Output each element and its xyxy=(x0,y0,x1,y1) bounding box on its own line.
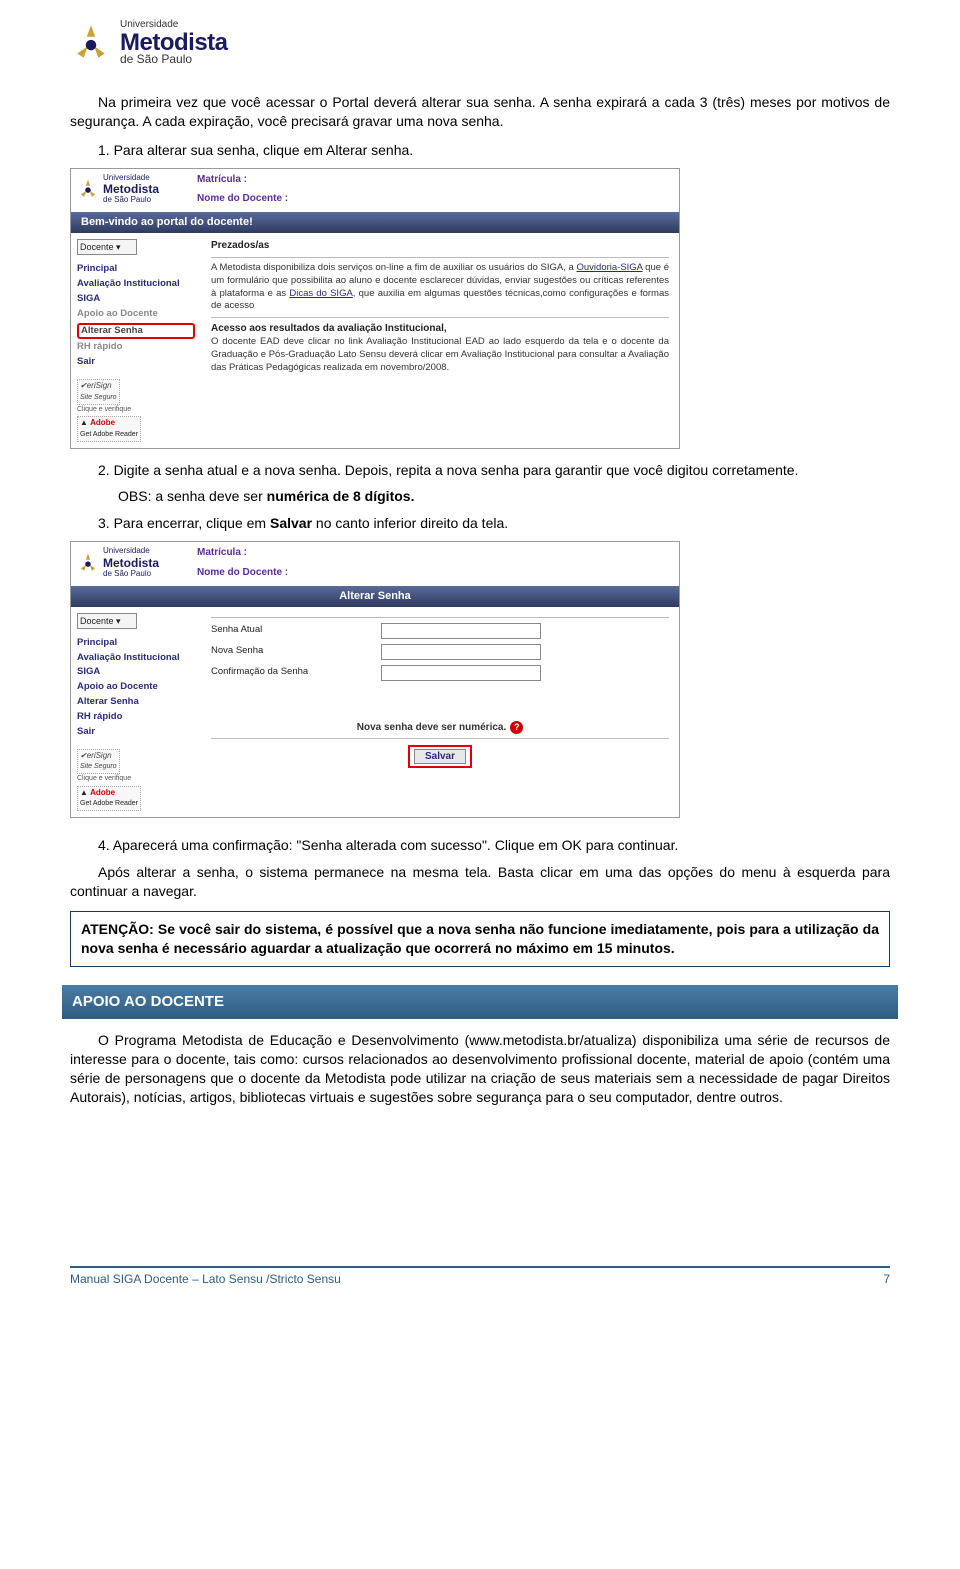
intro-paragraph: Na primeira vez que você acessar o Porta… xyxy=(70,93,890,131)
ss1-logo-text: UniversidadeMetodistade São Paulo xyxy=(103,173,159,207)
adobe-badge: ▲ AdobeGet Adobe Reader xyxy=(77,416,141,442)
ss2-matricula-label: Matrícula : xyxy=(197,547,247,558)
ss1-banner: Bem-vindo ao portal do docente! xyxy=(71,212,679,233)
apoio-paragraph: O Programa Metodista de Educação e Desen… xyxy=(70,1031,890,1107)
ss2-nav-apoio[interactable]: Apoio ao Docente xyxy=(77,681,195,694)
ss2-content: Senha Atual Nova Senha Confirmação da Se… xyxy=(201,607,679,817)
ss1-nav-alterar-senha[interactable]: Alterar Senha xyxy=(77,323,195,340)
ss2-nav-principal[interactable]: Principal xyxy=(77,637,195,650)
verisign-badge: ✔eriSignSite Seguro xyxy=(77,379,120,405)
page-header-logo: Universidade Metodista de São Paulo xyxy=(70,20,890,65)
verisign-clique: Clique e verifique xyxy=(77,405,195,414)
step-2: 2. Digite a senha atual e a nova senha. … xyxy=(118,461,890,480)
ss1-acesso-body: O docente EAD deve clicar no link Avalia… xyxy=(211,336,669,374)
after-paragraph: Após alterar a senha, o sistema permanec… xyxy=(70,863,890,901)
ss1-logo-icon xyxy=(77,178,99,200)
ss2-nav-siga[interactable]: SIGA xyxy=(77,666,195,679)
ss2-lbl-senha-atual: Senha Atual xyxy=(211,624,381,637)
ss2-nome-label: Nome do Docente : xyxy=(197,567,288,578)
ss1-nav-avaliacao[interactable]: Avaliação Institucional xyxy=(77,278,195,291)
ss2-lbl-confirmacao: Confirmação da Senha xyxy=(211,666,381,679)
ss1-link-dicas[interactable]: Dicas do SIGA xyxy=(289,288,352,299)
ss1-acesso-head: Acesso aos resultados da avaliação Insti… xyxy=(211,323,447,334)
ss2-adobe-badge: ▲ AdobeGet Adobe Reader xyxy=(77,786,141,812)
logo-text: Universidade Metodista de São Paulo xyxy=(120,20,228,65)
ss2-input-confirmacao[interactable] xyxy=(381,665,541,681)
help-icon[interactable]: ? xyxy=(510,721,523,734)
ss2-salvar-highlight: Salvar xyxy=(408,745,472,768)
footer-title: Manual SIGA Docente – Lato Sensu /Strict… xyxy=(70,1271,341,1287)
ss2-nav: Principal Avaliação Institucional SIGA A… xyxy=(77,637,195,739)
page-footer: Manual SIGA Docente – Lato Sensu /Strict… xyxy=(70,1266,890,1287)
ss1-role-select[interactable]: Docente ▾ xyxy=(77,239,137,255)
logo-sp: de São Paulo xyxy=(120,53,228,65)
screenshot-1-wrap: UniversidadeMetodistade São Paulo Matríc… xyxy=(70,168,890,449)
screenshot-alterar-senha: UniversidadeMetodistade São Paulo Matríc… xyxy=(70,541,680,818)
ss2-row-senha-atual: Senha Atual xyxy=(211,623,669,639)
ss1-matricula-label: Matrícula : xyxy=(197,174,247,185)
ss1-nav-sair[interactable]: Sair xyxy=(77,356,195,369)
ss2-row-nova-senha: Nova Senha xyxy=(211,644,669,660)
ss2-role-select[interactable]: Docente ▾ xyxy=(77,613,137,629)
ss2-input-senha-atual[interactable] xyxy=(381,623,541,639)
ss2-banner: Alterar Senha xyxy=(71,586,679,607)
ss2-nav-avaliacao[interactable]: Avaliação Institucional xyxy=(77,652,195,665)
ss1-prezados: Prezados/as xyxy=(211,240,269,251)
screenshot-portal-welcome: UniversidadeMetodistade São Paulo Matríc… xyxy=(70,168,680,449)
salvar-button[interactable]: Salvar xyxy=(414,749,466,764)
ss2-nav-sair[interactable]: Sair xyxy=(77,726,195,739)
logo-icon xyxy=(70,22,112,64)
section-apoio-docente: APOIO AO DOCENTE xyxy=(62,985,898,1019)
ss1-nav-rh[interactable]: RH rápido xyxy=(77,341,195,354)
step-4: 4. Aparecerá uma confirmação: "Senha alt… xyxy=(118,836,890,855)
ss2-row-confirmacao: Confirmação da Senha xyxy=(211,665,669,681)
ss1-link-ouvidoria[interactable]: Ouvidoria-SIGA xyxy=(577,262,643,273)
ss1-nav: Principal Avaliação Institucional SIGA A… xyxy=(77,263,195,369)
footer-page-number: 7 xyxy=(883,1271,890,1287)
ss1-nav-apoio[interactable]: Apoio ao Docente xyxy=(77,308,195,321)
ss2-logo-text: UniversidadeMetodistade São Paulo xyxy=(103,546,159,580)
ss2-note: Nova senha deve ser numérica.? xyxy=(211,721,669,735)
ss2-logo-icon xyxy=(77,552,99,574)
ss2-nav-rh[interactable]: RH rápido xyxy=(77,711,195,724)
ss1-logo: UniversidadeMetodistade São Paulo xyxy=(77,173,185,207)
ss2-nav-alterar-senha[interactable]: Alterar Senha xyxy=(77,696,195,709)
step-3: 3. Para encerrar, clique em Salvar no ca… xyxy=(118,514,890,533)
ss2-lbl-nova-senha: Nova Senha xyxy=(211,645,381,658)
ss1-nav-principal[interactable]: Principal xyxy=(77,263,195,276)
step-1: 1. Para alterar sua senha, clique em Alt… xyxy=(118,141,890,160)
ss2-logo: UniversidadeMetodistade São Paulo xyxy=(77,546,185,580)
ss2-verisign-badge: ✔eriSignSite Seguro xyxy=(77,749,120,775)
ss1-nav-siga[interactable]: SIGA xyxy=(77,293,195,306)
ss2-verisign-clique: Clique e verifique xyxy=(77,774,195,783)
ss2-input-nova-senha[interactable] xyxy=(381,644,541,660)
ss1-nome-label: Nome do Docente : xyxy=(197,193,288,204)
screenshot-2-wrap: UniversidadeMetodistade São Paulo Matríc… xyxy=(70,541,890,818)
step-2-obs: OBS: a senha deve ser numérica de 8 dígi… xyxy=(118,487,890,506)
ss1-content: Prezados/as A Metodista disponibiliza do… xyxy=(201,233,679,447)
attention-box: ATENÇÃO: Se você sair do sistema, é poss… xyxy=(70,911,890,967)
